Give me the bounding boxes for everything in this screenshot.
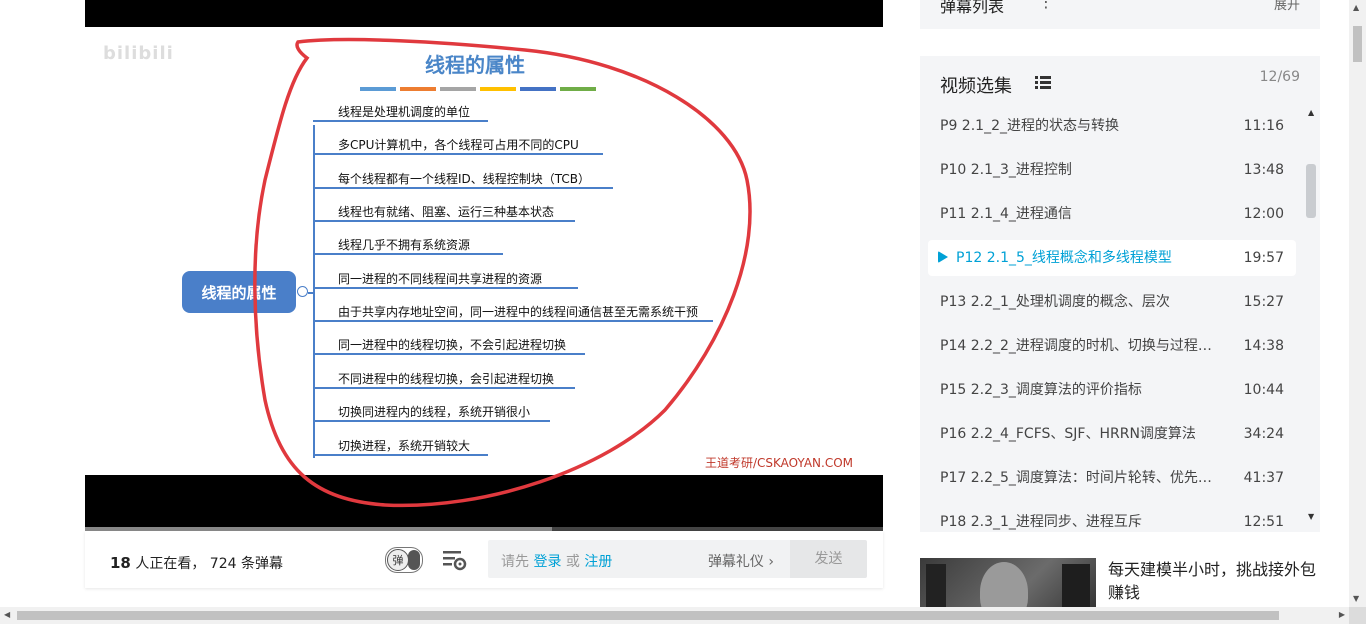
slide-title: 线程的属性	[425, 53, 525, 77]
scrollbar-thumb[interactable]	[1353, 26, 1362, 62]
episode-duration: 34:24	[1243, 426, 1284, 442]
scroll-down-icon[interactable]: ▼	[1353, 594, 1359, 603]
list-view-icon[interactable]	[1035, 75, 1051, 89]
episode-label: P17 2.2_5_调度算法：时间片轮转、优先…	[940, 470, 1212, 486]
viewer-info: 18 人正在看， 724 条弹幕	[110, 554, 283, 572]
color-swatch	[440, 87, 476, 91]
episode-list-title: 视频选集	[940, 76, 1012, 97]
slide-brand: 王道考研/CSKAOYAN.COM	[704, 456, 853, 470]
danmaku-toggle[interactable]: 弹	[385, 547, 423, 573]
playing-icon	[938, 251, 948, 263]
page-horizontal-scrollbar[interactable]: ◀ ▶	[0, 607, 1349, 624]
mindmap-branch: 每个线程都有一个线程ID、线程控制块（TCB）	[313, 171, 613, 189]
scroll-up-icon[interactable]: ▲	[1308, 108, 1314, 117]
danmaku-input[interactable]: 请先 登录 或 注册 弹幕礼仪 ›	[488, 540, 790, 578]
episode-item[interactable]: P14 2.2_2_进程调度的时机、切换与过程… 14:38	[928, 324, 1296, 368]
register-link[interactable]: 注册	[584, 554, 612, 570]
scroll-down-icon[interactable]: ▼	[1308, 512, 1314, 521]
send-button[interactable]: 发送	[790, 540, 867, 578]
page-vertical-scrollbar[interactable]: ▲ ▼	[1349, 0, 1366, 607]
more-icon[interactable]: ⋮	[1038, 0, 1054, 11]
mindmap-branch: 同一进程中的线程切换，不会引起进程切换	[313, 337, 585, 355]
episode-duration: 12:51	[1243, 514, 1284, 530]
episode-duration: 19:57	[1243, 250, 1284, 266]
color-swatch	[480, 87, 516, 91]
mindmap-root: 线程的属性	[182, 271, 296, 313]
video-player[interactable]: bilibili 线程的属性 线程的属性 线程是处理机调度的单位 多CPU计算机…	[85, 0, 883, 530]
color-swatch	[560, 87, 596, 91]
episode-label: P15 2.2_3_调度算法的评价指标	[940, 382, 1142, 398]
episode-duration: 12:00	[1243, 206, 1284, 222]
mindmap-branch: 不同进程中的线程切换，会引起进程切换	[313, 371, 575, 389]
episode-list-panel: 视频选集 12/69 P9 2.1_2_进程的状态与转换 11:16 P10 2.1…	[920, 56, 1320, 532]
episode-label: P10 2.1_3_进程控制	[940, 162, 1072, 178]
episode-duration: 41:37	[1243, 470, 1284, 486]
mindmap-branch: 切换进程，系统开销较大	[313, 438, 488, 456]
scrollbar-thumb[interactable]	[17, 611, 1279, 620]
episode-duration: 15:27	[1243, 294, 1284, 310]
mindmap-branch: 同一进程的不同线程间共享进程的资源	[313, 271, 578, 289]
episode-duration: 14:38	[1243, 338, 1284, 354]
mindmap-branch: 切换同进程内的线程，系统开销很小	[313, 404, 550, 422]
episode-label: P14 2.2_2_进程调度的时机、切换与过程…	[940, 338, 1212, 354]
video-frame[interactable]: bilibili 线程的属性 线程的属性 线程是处理机调度的单位 多CPU计算机…	[85, 27, 883, 475]
login-link[interactable]: 登录	[533, 554, 561, 570]
episode-item[interactable]: P13 2.2_1_处理机调度的概念、层次 15:27	[928, 280, 1296, 324]
episode-duration: 10:44	[1243, 382, 1284, 398]
mindmap-branch: 线程几乎不拥有系统资源	[313, 237, 503, 255]
episode-item[interactable]: P10 2.1_3_进程控制 13:48	[928, 148, 1296, 192]
episode-item[interactable]: P18 2.3_1_进程同步、进程互斥 12:51	[928, 500, 1296, 532]
danmaku-settings-icon[interactable]	[441, 548, 469, 572]
bilibili-watermark: bilibili	[103, 43, 174, 64]
danmaku-bar: 18 人正在看， 724 条弹幕 弹 请先 登录 或 注册 弹幕礼仪 › 发送	[85, 531, 883, 588]
episode-duration: 11:16	[1243, 118, 1284, 134]
episode-item-active[interactable]: P12 2.1_5_线程概念和多线程模型 19:57	[928, 240, 1296, 276]
episode-label: P9 2.1_2_进程的状态与转换	[940, 118, 1119, 134]
mindmap-trunk	[313, 125, 315, 458]
episode-item[interactable]: P9 2.1_2_进程的状态与转换 11:16	[928, 104, 1296, 148]
mindmap-branch: 线程是处理机调度的单位	[313, 104, 488, 122]
slide-color-bar	[360, 87, 596, 91]
episode-count: 12/69	[1259, 69, 1300, 85]
recommended-title[interactable]: 每天建模半小时，挑战接外包赚钱	[1108, 558, 1328, 604]
mindmap-branch: 线程也有就绪、阻塞、运行三种基本状态	[313, 204, 575, 222]
scrollbar-corner	[1349, 607, 1366, 624]
episode-label: P13 2.2_1_处理机调度的概念、层次	[940, 294, 1170, 310]
episode-label: P12 2.1_5_线程概念和多线程模型	[956, 250, 1172, 266]
color-swatch	[400, 87, 436, 91]
episode-label: P16 2.2_4_FCFS、SJF、HRRN调度算法	[940, 426, 1196, 442]
mindmap-branch: 由于共享内存地址空间，同一进程中的线程间通信甚至无需系统干预	[313, 304, 713, 322]
danmaku-list-header[interactable]: 弹幕列表 ⋮ 展开	[920, 0, 1320, 29]
episode-item[interactable]: P11 2.1_4_进程通信 12:00	[928, 192, 1296, 236]
scroll-up-icon[interactable]: ▲	[1353, 3, 1359, 12]
episode-item[interactable]: P16 2.2_4_FCFS、SJF、HRRN调度算法 34:24	[928, 412, 1296, 456]
episode-item[interactable]: P17 2.2_5_调度算法：时间片轮转、优先… 41:37	[928, 456, 1296, 500]
episode-label: P18 2.3_1_进程同步、进程互斥	[940, 514, 1142, 530]
scroll-right-icon[interactable]: ▶	[1339, 610, 1345, 619]
color-swatch	[360, 87, 396, 91]
episode-list: P9 2.1_2_进程的状态与转换 11:16 P10 2.1_3_进程控制 13:4…	[928, 104, 1296, 532]
episode-item[interactable]: P15 2.2_3_调度算法的评价指标 10:44	[928, 368, 1296, 412]
scrollbar-thumb[interactable]	[1306, 164, 1316, 218]
episode-label: P11 2.1_4_进程通信	[940, 206, 1072, 222]
scroll-left-icon[interactable]: ◀	[4, 610, 10, 619]
mindmap-branch: 多CPU计算机中，各个线程可占用不同的CPU	[313, 137, 603, 155]
episode-list-scrollbar[interactable]: ▲ ▼	[1305, 108, 1319, 528]
expand-button[interactable]: 展开	[1274, 0, 1300, 13]
danmaku-etiquette-link[interactable]: 弹幕礼仪 ›	[708, 551, 774, 571]
mindmap-collapse-dot	[297, 286, 308, 297]
color-swatch	[520, 87, 556, 91]
episode-duration: 13:48	[1243, 162, 1284, 178]
